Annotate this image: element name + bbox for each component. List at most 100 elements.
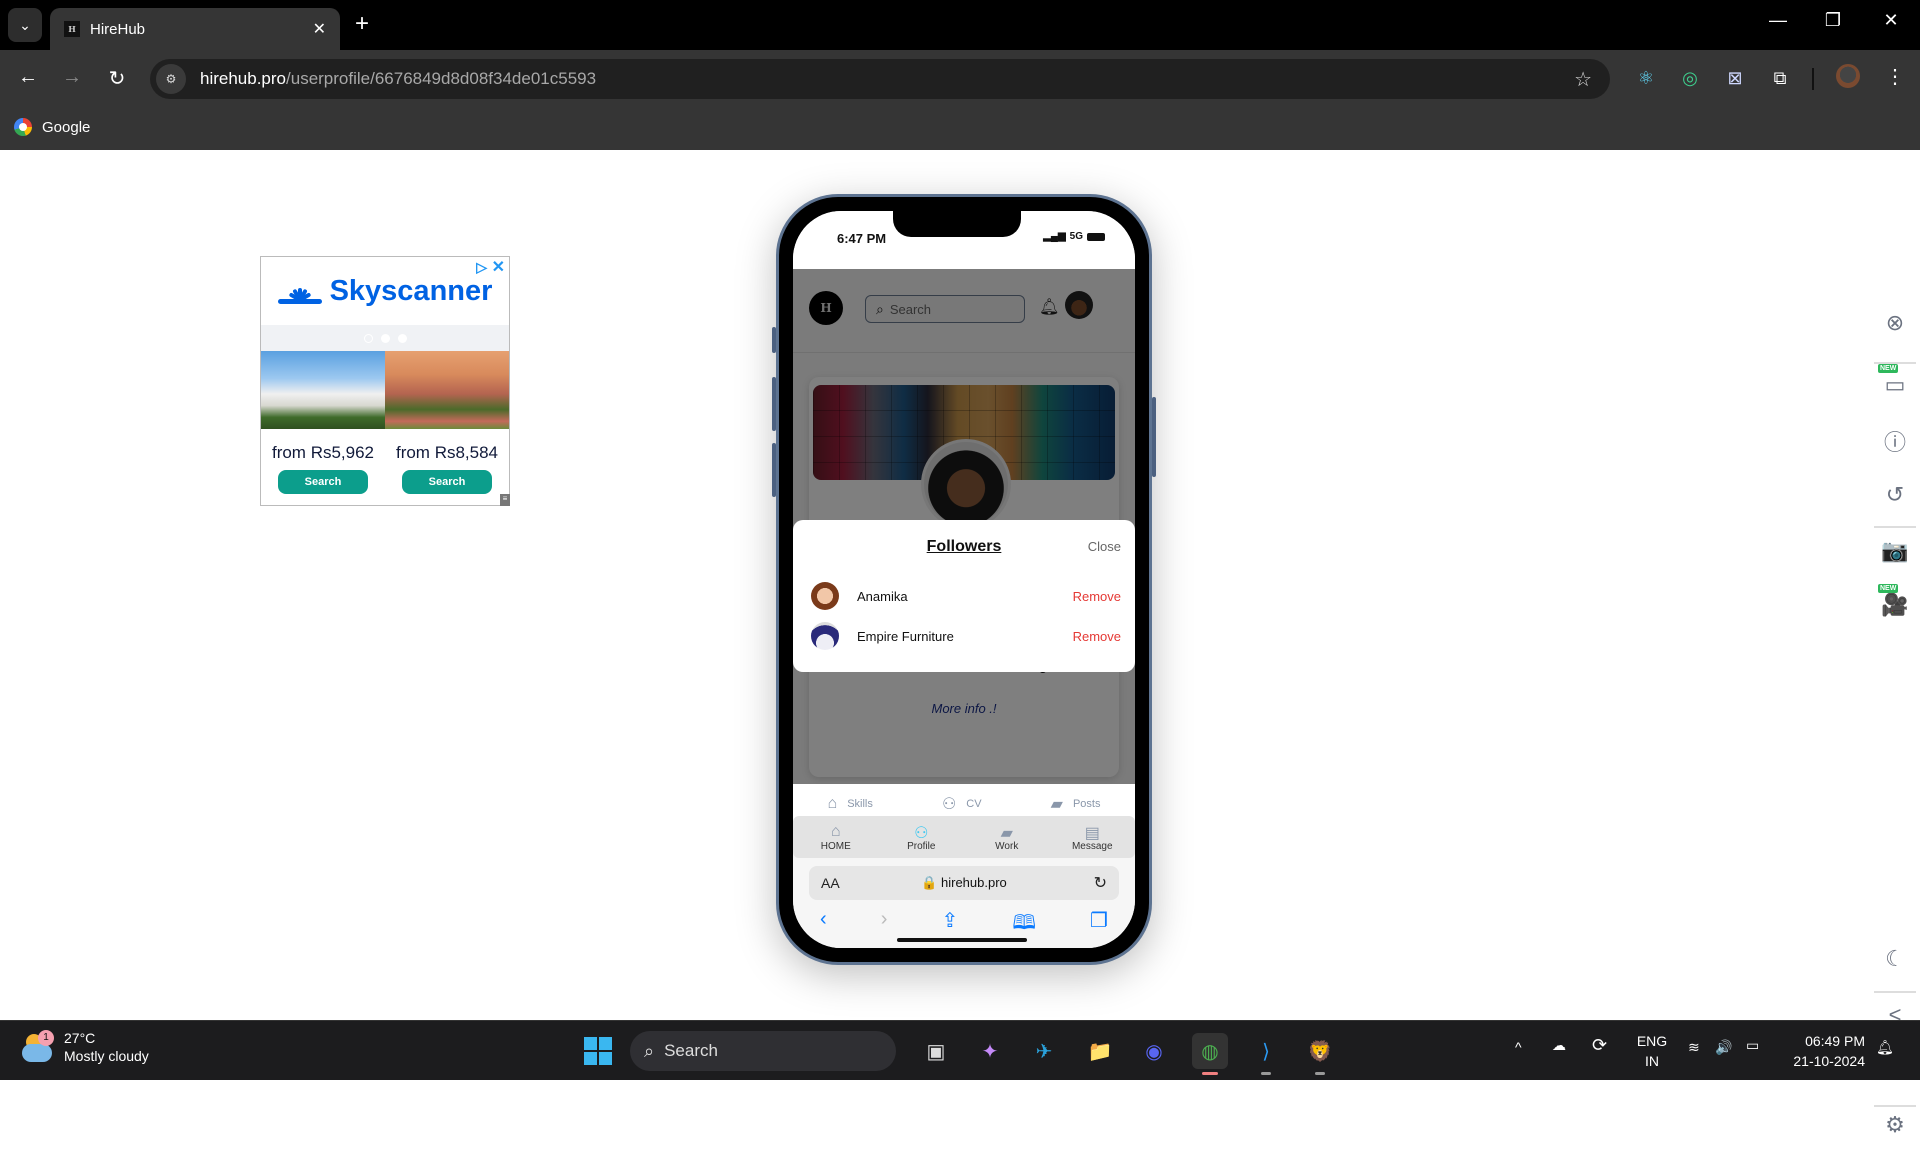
ad-destination-image[interactable]	[385, 351, 509, 429]
taskbar-app-telegram[interactable]: ✈	[1026, 1033, 1062, 1069]
record-video-icon[interactable]: 🎥 NEW	[1878, 584, 1910, 620]
active-tab[interactable]: H HireHub ✕	[50, 8, 340, 50]
onedrive-icon[interactable]: ☁	[1552, 1037, 1566, 1054]
ad-destination-image[interactable]	[261, 351, 385, 429]
restore-button[interactable]: ❐	[1818, 10, 1848, 31]
safari-share-icon[interactable]: ⇪	[942, 908, 959, 942]
lang-line2: IN	[1645, 1053, 1659, 1069]
react-devtools-icon[interactable]: ⚛	[1634, 66, 1658, 90]
reload-button[interactable]: ↻	[103, 66, 131, 91]
dark-mode-moon-icon[interactable]: ☾	[1880, 944, 1910, 974]
weather-badge: 1	[38, 1030, 54, 1046]
follower-avatar[interactable]	[811, 582, 839, 610]
screenshot-camera-icon[interactable]: 📷	[1880, 536, 1910, 566]
x-extension-icon[interactable]: ⊠	[1723, 66, 1747, 90]
taskbar-app-file-explorer[interactable]: 📁	[1082, 1033, 1118, 1069]
forward-button[interactable]: →	[58, 66, 86, 89]
taskbar-app-brave[interactable]: 🦁	[1302, 1033, 1338, 1075]
panel-divider	[1874, 991, 1916, 993]
adchoices-icon[interactable]: ▷	[476, 259, 487, 276]
remove-follower-button[interactable]: Remove	[1073, 589, 1121, 604]
safari-reload-icon[interactable]: ↻	[1094, 873, 1107, 893]
subnav-skills[interactable]: ⌂ Skills	[828, 795, 873, 813]
url-host: hirehub.pro	[200, 69, 287, 88]
subnav-label: Posts	[1072, 798, 1101, 810]
language-indicator[interactable]: ENG IN	[1636, 1031, 1668, 1071]
subnav-cv[interactable]: ⚇ CV	[942, 794, 982, 814]
taskbar-app-copilot[interactable]: ✦	[972, 1033, 1008, 1069]
safari-forward-icon[interactable]: ›	[881, 908, 888, 942]
weather-widget[interactable]: 1 27°C Mostly cloudy	[20, 1029, 149, 1065]
windows-taskbar: 1 27°C Mostly cloudy ⌕ Search ▣ ✦ ✈ 📁 ◉ …	[0, 1020, 1920, 1080]
modal-close-button[interactable]: Close	[1088, 539, 1121, 554]
skyscanner-ad[interactable]: Skyscanner ▷ ✕ from Rs5,962 Search from …	[260, 256, 510, 506]
follower-name[interactable]: Anamika	[857, 589, 1073, 604]
nav-work[interactable]: ▰ Work	[972, 823, 1042, 852]
wifi-icon[interactable]: ≋	[1688, 1039, 1700, 1056]
carousel-dot[interactable]	[363, 333, 373, 343]
settings-gear-icon[interactable]: ⚙	[1880, 1110, 1910, 1140]
taskbar-app-discord[interactable]: ◉	[1136, 1033, 1172, 1069]
ad-offer: from Rs5,962 Search	[261, 429, 385, 494]
device-mode-icon[interactable]: ▭ NEW	[1878, 364, 1910, 400]
notifications-bell-icon[interactable]: 🔔︎	[1876, 1039, 1894, 1056]
title-bar: ⌄ H HireHub ✕ + — ❐ ✕	[0, 0, 1920, 50]
safari-back-icon[interactable]: ‹	[820, 908, 827, 942]
extensions-puzzle-icon[interactable]: ⧉	[1768, 66, 1792, 90]
text-size-button[interactable]: AA	[821, 875, 840, 891]
url-text[interactable]: hirehub.pro/userprofile/6676849d8d08f34d…	[200, 69, 596, 89]
bookmark-star-icon[interactable]: ☆	[1574, 67, 1592, 92]
start-button[interactable]	[584, 1037, 612, 1065]
ad-offers: from Rs5,962 Search from Rs8,584 Search	[261, 429, 509, 494]
tray-overflow-chevron-icon[interactable]: ^	[1515, 1039, 1522, 1055]
ad-images	[261, 351, 509, 429]
nav-profile[interactable]: ⚇ Profile	[886, 823, 956, 852]
back-button[interactable]: ←	[14, 66, 42, 89]
close-window-button[interactable]: ✕	[1876, 10, 1906, 31]
safari-nav: ‹ › ⇪ 🕮 ❐	[793, 908, 1135, 942]
ad-corner-icon[interactable]: ≡	[500, 494, 510, 506]
volume-icon[interactable]: 🔊	[1715, 1039, 1732, 1056]
address-bar[interactable]: ⚙ hirehub.pro/userprofile/6676849d8d08f3…	[150, 59, 1610, 99]
nav-label: Message	[1071, 840, 1113, 852]
subnav-posts[interactable]: ▰ Posts	[1051, 794, 1101, 814]
follower-name[interactable]: Empire Furniture	[857, 629, 1073, 644]
safari-address-bar[interactable]: AA 🔒 hirehub.pro ↻	[809, 866, 1119, 900]
taskbar-app-chrome[interactable]: ◍	[1192, 1033, 1228, 1075]
nav-message[interactable]: ▤ Message	[1057, 823, 1127, 852]
site-info-icon[interactable]: ⚙	[156, 64, 186, 94]
safari-tabs-icon[interactable]: ❐	[1090, 908, 1108, 942]
page-viewport: Skyscanner ▷ ✕ from Rs5,962 Search from …	[0, 150, 1920, 1137]
clock[interactable]: 06:49 PM 21-10-2024	[1785, 1031, 1865, 1071]
close-panel-icon[interactable]: ⊗	[1880, 308, 1910, 338]
safari-bookmarks-icon[interactable]: 🕮	[1012, 908, 1036, 942]
browser-menu-icon[interactable]: ⋮	[1885, 64, 1905, 89]
carousel-dot[interactable]	[397, 333, 407, 343]
target-extension-icon[interactable]: ◎	[1678, 66, 1702, 90]
ad-search-button[interactable]: Search	[402, 470, 492, 494]
taskbar-app-vscode[interactable]: ⟩	[1248, 1033, 1284, 1075]
search-icon: ⌕	[644, 1040, 655, 1061]
new-tab-button[interactable]: +	[355, 10, 369, 38]
nav-label: Work	[995, 840, 1019, 852]
profile-avatar[interactable]	[1836, 64, 1860, 88]
battery-icon[interactable]: ▭	[1746, 1037, 1759, 1054]
sync-icon[interactable]: ⟳	[1592, 1035, 1607, 1056]
rotate-icon[interactable]: ↺	[1880, 480, 1910, 510]
ad-price: from Rs8,584	[395, 443, 499, 462]
phone-side-button	[772, 443, 776, 497]
nav-home[interactable]: ⌂ HOME	[801, 823, 871, 852]
carousel-dot[interactable]	[380, 333, 390, 343]
info-icon[interactable]: ⓘ	[1880, 426, 1910, 456]
follower-avatar[interactable]	[811, 622, 839, 650]
tab-close-icon[interactable]: ✕	[313, 19, 326, 39]
ad-close-icon[interactable]: ✕	[492, 257, 505, 277]
taskbar-app-task-view[interactable]: ▣	[918, 1033, 954, 1069]
taskbar-search[interactable]: ⌕ Search	[630, 1031, 896, 1071]
bookmark-google[interactable]: Google	[14, 118, 90, 136]
tab-search-button[interactable]: ⌄	[8, 8, 42, 42]
minimize-button[interactable]: —	[1763, 10, 1793, 31]
ad-search-button[interactable]: Search	[278, 470, 368, 494]
remove-follower-button[interactable]: Remove	[1073, 629, 1121, 644]
safari-url[interactable]: 🔒 hirehub.pro	[809, 875, 1119, 891]
